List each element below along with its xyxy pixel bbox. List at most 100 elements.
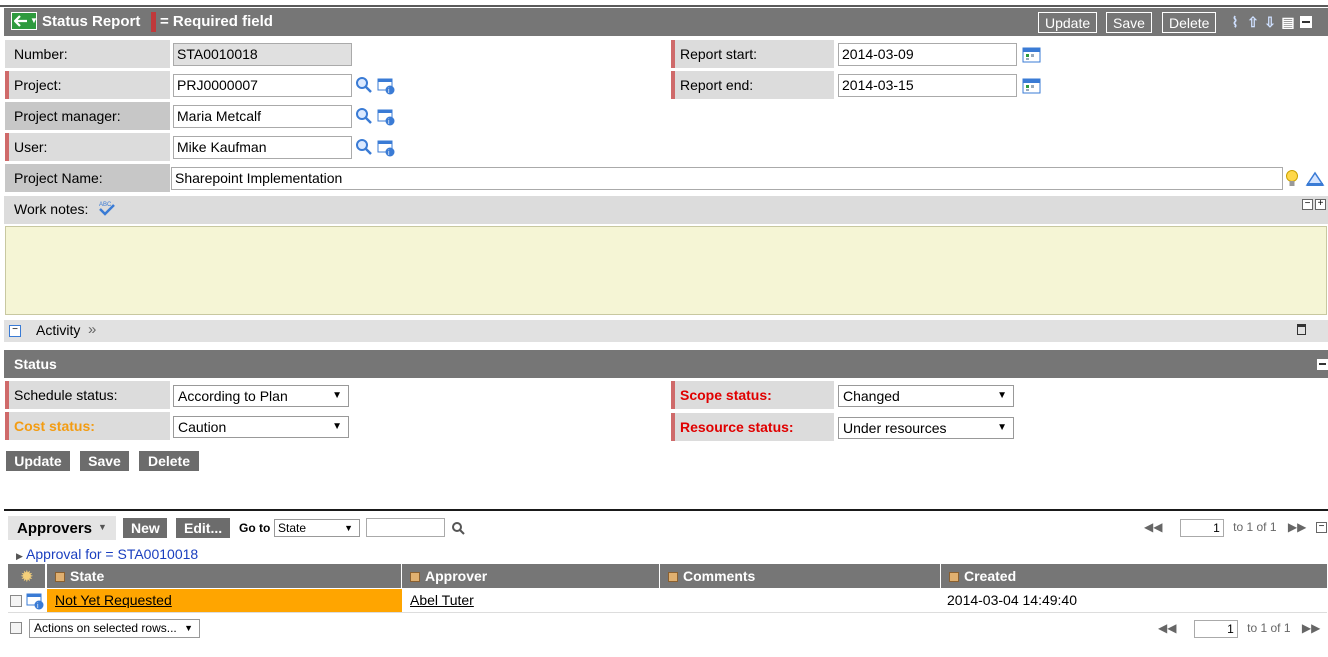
delete-button[interactable]: Delete — [1162, 12, 1217, 33]
user-reference-icon[interactable]: i — [377, 139, 397, 157]
approvers-menu-icon[interactable]: ▼ — [98, 522, 107, 532]
column-header-state[interactable]: State — [47, 564, 402, 588]
actions-label: Actions on selected rows... — [34, 621, 177, 635]
user-lookup-icon[interactable] — [355, 138, 373, 156]
bottom-save-button[interactable]: Save — [79, 450, 130, 472]
dropdown-arrow-icon: ▼ — [332, 421, 342, 432]
column-cube-icon — [410, 572, 420, 582]
activity-chevron-icon[interactable]: » — [88, 321, 96, 338]
report-start-calendar-icon[interactable] — [1022, 46, 1042, 64]
number-field[interactable]: STA0010018 — [173, 43, 352, 66]
report-end-calendar-icon[interactable] — [1022, 77, 1042, 95]
approvers-tab[interactable]: Approvers ▼ — [8, 516, 116, 540]
collapse-status-icon[interactable] — [1317, 359, 1328, 370]
project-field[interactable]: PRJ0000007 — [173, 74, 352, 97]
arrow-down-icon[interactable]: ⇩ — [1263, 14, 1277, 30]
project-manager-reference-icon[interactable]: i — [377, 108, 397, 126]
back-button[interactable]: ▼ — [11, 12, 38, 30]
cost-status-value: Caution — [178, 419, 227, 435]
column-cube-icon — [949, 572, 959, 582]
number-label: Number: — [5, 40, 170, 68]
actions-select[interactable]: Actions on selected rows... ▼ — [29, 619, 200, 638]
filter-text[interactable]: Approval for = STA0010018 — [26, 546, 198, 562]
save-button[interactable]: Save — [1106, 12, 1152, 33]
table-row: i Not Yet Requested Abel Tuter 2014-03-0… — [8, 589, 1327, 613]
required-legend: = Required field — [160, 13, 273, 30]
approvers-title: Approvers — [17, 520, 93, 537]
dropdown-arrow-icon: ▼ — [344, 523, 353, 533]
gear-icon[interactable]: ✹ — [21, 564, 33, 588]
filter-breadcrumb[interactable]: ▶ Approval for = STA0010018 — [16, 546, 198, 562]
last-page-icon[interactable]: ▶▶ — [1288, 520, 1306, 534]
column-header-comments[interactable]: Comments — [660, 564, 941, 588]
activity-toggle-icon[interactable]: − — [9, 325, 21, 337]
arrow-up-icon[interactable]: ⇧ — [1246, 14, 1260, 30]
report-end-field[interactable]: 2014-03-15 — [838, 74, 1017, 97]
cost-status-select[interactable]: Caution ▼ — [173, 416, 349, 438]
search-icon[interactable] — [451, 521, 467, 537]
comments-cell — [660, 589, 941, 612]
select-all-checkbox[interactable] — [10, 622, 22, 634]
schedule-status-value: According to Plan — [178, 388, 288, 404]
schedule-status-select[interactable]: According to Plan ▼ — [173, 385, 349, 407]
form-header: ▼ Status Report = Required field Update … — [4, 8, 1328, 36]
goto-search-input[interactable] — [366, 518, 445, 537]
cost-status-label: Cost status: — [5, 412, 170, 440]
top-divider — [0, 5, 1328, 7]
lightbulb-icon[interactable] — [1284, 169, 1300, 189]
project-manager-label: Project manager: — [5, 102, 170, 130]
row-checkbox[interactable] — [10, 595, 22, 607]
attachment-icon[interactable]: ⌇ — [1228, 14, 1242, 30]
bottom-page-count-text: to 1 of 1 — [1247, 621, 1291, 636]
filter-expand-icon[interactable]: ▶ — [16, 551, 23, 561]
user-field[interactable]: Mike Kaufman — [173, 136, 352, 159]
state-link[interactable]: Not Yet Requested — [55, 592, 172, 608]
dropdown-arrow-icon: ▼ — [332, 390, 342, 401]
page-count-text: to 1 of 1 — [1233, 520, 1277, 535]
project-reference-icon[interactable]: i — [377, 77, 397, 95]
column-header-created[interactable]: Created — [941, 564, 1327, 588]
approver-link[interactable]: Abel Tuter — [410, 592, 474, 608]
state-cell: Not Yet Requested — [47, 589, 402, 612]
bottom-page-number-input[interactable]: 1 — [1193, 620, 1238, 638]
column-created-label: Created — [964, 568, 1017, 584]
activity-label: Activity — [36, 322, 81, 338]
first-page-icon[interactable]: ◀◀ — [1144, 520, 1162, 534]
project-manager-lookup-icon[interactable] — [355, 107, 373, 125]
page-number-input[interactable]: 1 — [1179, 519, 1224, 537]
spell-check-abc-icon[interactable]: ABC — [97, 200, 117, 216]
collapse-form-icon[interactable] — [1300, 16, 1312, 28]
edit-button[interactable]: Edit... — [175, 517, 231, 539]
bottom-delete-button[interactable]: Delete — [138, 450, 200, 472]
report-start-field[interactable]: 2014-03-09 — [838, 43, 1017, 66]
first-page-icon[interactable]: ◀◀ — [1158, 621, 1176, 635]
column-options-cell[interactable]: ✹ — [8, 564, 46, 588]
approver-cell: Abel Tuter — [402, 589, 660, 612]
project-manager-field[interactable]: Maria Metcalf — [173, 105, 352, 128]
collapse-list-icon[interactable]: − — [1316, 522, 1327, 533]
goto-field-select[interactable]: State ▼ — [274, 519, 360, 537]
personalize-form-icon[interactable]: ▤ — [1281, 14, 1295, 30]
activity-window-icon[interactable] — [1297, 324, 1306, 335]
last-page-icon[interactable]: ▶▶ — [1302, 621, 1320, 635]
work-notes-label: Work notes: — [14, 201, 89, 217]
dropdown-arrow-icon: ▼ — [997, 422, 1007, 433]
column-comments-label: Comments — [683, 568, 756, 584]
update-button[interactable]: Update — [1038, 12, 1098, 33]
resource-status-select[interactable]: Under resources ▼ — [838, 417, 1014, 439]
spell-check-icon[interactable] — [1305, 170, 1325, 188]
new-button[interactable]: New — [122, 517, 168, 539]
column-cube-icon — [668, 572, 678, 582]
collapse-notes-icon[interactable]: − — [1302, 199, 1313, 210]
work-notes-textarea[interactable] — [5, 226, 1327, 315]
project-lookup-icon[interactable] — [355, 76, 373, 94]
row-preview-icon[interactable]: i — [26, 592, 46, 610]
expand-notes-icon[interactable]: + — [1315, 199, 1326, 210]
column-approver-label: Approver — [425, 568, 488, 584]
scope-status-select[interactable]: Changed ▼ — [838, 385, 1014, 407]
related-list-separator — [4, 509, 1328, 511]
form-title: Status Report — [42, 13, 141, 30]
project-name-field[interactable]: Sharepoint Implementation — [171, 167, 1283, 190]
column-header-approver[interactable]: Approver — [402, 564, 660, 588]
bottom-update-button[interactable]: Update — [5, 450, 71, 472]
